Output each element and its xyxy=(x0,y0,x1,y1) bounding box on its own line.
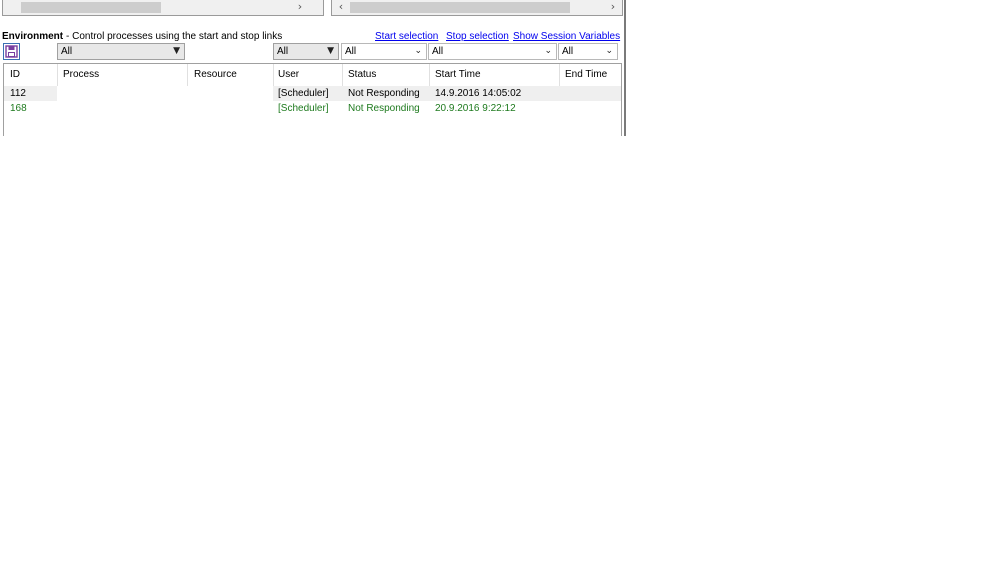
cell-user: [Scheduler] xyxy=(278,88,329,99)
column-header-id[interactable]: ID xyxy=(10,64,20,86)
chevron-left-icon[interactable]: ‹ xyxy=(334,0,348,14)
cell-start-time: 14.9.2016 14:05:02 xyxy=(435,88,522,99)
cell-status: Not Responding xyxy=(348,103,420,114)
show-session-variables-link[interactable]: Show Session Variables xyxy=(513,31,620,42)
start-time-filter-dropdown[interactable]: All ⌄ xyxy=(428,43,557,60)
cell-start-time: 20.9.2016 9:22:12 xyxy=(435,103,516,114)
right-pane-horizontal-scrollbar[interactable]: ‹ › xyxy=(331,0,623,16)
column-divider xyxy=(57,64,58,86)
table-row[interactable]: 112 [Scheduler] Not Responding 14.9.2016… xyxy=(4,86,621,101)
end-time-filter-value: All xyxy=(562,46,574,57)
column-header-status[interactable]: Status xyxy=(348,64,376,86)
start-time-filter-value: All xyxy=(432,46,444,57)
process-filter-value: All xyxy=(61,46,73,57)
panel-title: Environment xyxy=(2,31,64,42)
column-header-user[interactable]: User xyxy=(278,64,299,86)
scrollbar-thumb[interactable] xyxy=(21,2,161,13)
cell-status: Not Responding xyxy=(348,88,420,99)
cell-id: 112 xyxy=(10,88,26,99)
cell-user: [Scheduler] xyxy=(278,103,329,114)
caret-down-icon: ▼ xyxy=(173,46,180,56)
column-divider xyxy=(342,64,343,86)
column-divider xyxy=(559,64,560,86)
chevron-down-icon: ⌄ xyxy=(414,46,422,56)
process-grid: ID Process Resource User Status Start Ti… xyxy=(3,63,622,136)
cell-id: 168 xyxy=(10,103,27,114)
status-filter-value: All xyxy=(345,46,357,57)
end-time-filter-dropdown[interactable]: All ⌄ xyxy=(558,43,618,60)
column-divider xyxy=(429,64,430,86)
column-divider xyxy=(187,64,188,86)
scrollbar-thumb[interactable] xyxy=(350,2,570,13)
left-pane-horizontal-scrollbar[interactable]: › xyxy=(2,0,324,16)
panel-description: - Control processes using the start and … xyxy=(66,31,283,42)
chevron-right-icon[interactable]: › xyxy=(606,0,620,14)
save-icon[interactable] xyxy=(3,43,20,60)
column-divider xyxy=(273,64,274,86)
user-filter-dropdown[interactable]: All ▼ xyxy=(273,43,339,60)
user-filter-value: All xyxy=(277,46,289,57)
status-filter-dropdown[interactable]: All ⌄ xyxy=(341,43,427,60)
stop-selection-link[interactable]: Stop selection xyxy=(446,31,509,42)
column-header-start-time[interactable]: Start Time xyxy=(435,64,481,86)
column-header-resource[interactable]: Resource xyxy=(194,64,237,86)
column-header-end-time[interactable]: End Time xyxy=(565,64,607,86)
panel-right-border xyxy=(624,0,626,136)
column-header-process[interactable]: Process xyxy=(63,64,99,86)
caret-down-icon: ▼ xyxy=(327,46,334,56)
chevron-down-icon: ⌄ xyxy=(605,46,613,56)
table-row[interactable]: 168 [Scheduler] Not Responding 20.9.2016… xyxy=(4,101,621,116)
process-filter-dropdown[interactable]: All ▼ xyxy=(57,43,185,60)
start-selection-link[interactable]: Start selection xyxy=(375,31,438,42)
grid-header: ID Process Resource User Status Start Ti… xyxy=(4,64,621,86)
chevron-right-icon[interactable]: › xyxy=(293,0,307,14)
chevron-down-icon: ⌄ xyxy=(544,46,552,56)
